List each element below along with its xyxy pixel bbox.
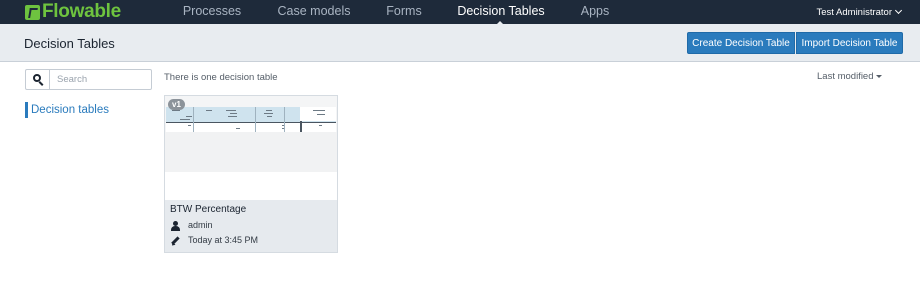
user-menu[interactable]: Test Administrator <box>816 0 903 24</box>
chevron-down-icon <box>894 6 903 15</box>
import-decision-table-button[interactable]: Import Decision Table <box>796 32 903 54</box>
nav-case-models[interactable]: Case models <box>275 0 353 24</box>
search-box <box>25 69 152 90</box>
user-name: Test Administrator <box>816 6 893 18</box>
page-title: Decision Tables <box>24 36 115 51</box>
card-author: admin <box>171 219 213 231</box>
pencil-icon <box>171 236 180 246</box>
filter-decision-tables[interactable]: Decision tables <box>25 102 109 118</box>
decision-table-thumbnail: v1 <box>165 96 337 200</box>
card-modified-date: Today at 3:45 PM <box>188 235 259 245</box>
nav-processes[interactable]: Processes <box>178 0 246 24</box>
sort-dropdown[interactable]: Last modified <box>817 71 882 82</box>
card-author-name: admin <box>188 220 213 230</box>
search-input[interactable] <box>51 70 151 89</box>
page-header: Decision Tables Create Decision Table Im… <box>0 24 920 62</box>
top-navbar: Flowable Processes Case models Forms Dec… <box>0 0 920 24</box>
nav-apps[interactable]: Apps <box>575 0 615 24</box>
create-decision-table-button[interactable]: Create Decision Table <box>687 32 795 54</box>
result-count: There is one decision table <box>164 72 278 83</box>
logo-text: Flowable <box>42 1 121 22</box>
nav-forms[interactable]: Forms <box>382 0 426 24</box>
card-footer: BTW Percentage admin Today at 3:45 PM <box>165 200 337 252</box>
user-icon <box>171 220 180 231</box>
flowable-logo-icon <box>25 4 40 20</box>
search-icon[interactable] <box>26 70 50 89</box>
decision-table-title: BTW Percentage <box>170 204 247 215</box>
caret-down-icon <box>875 74 882 78</box>
flowable-logo[interactable]: Flowable <box>25 2 121 22</box>
nav-decision-tables-label: Decision Tables <box>457 4 545 18</box>
card-modified: Today at 3:45 PM <box>171 234 258 246</box>
sort-label: Last modified <box>817 71 874 82</box>
decision-table-card[interactable]: v1 BTW Percentage admin Today at 3:45 PM <box>164 95 338 253</box>
version-badge: v1 <box>168 99 185 110</box>
